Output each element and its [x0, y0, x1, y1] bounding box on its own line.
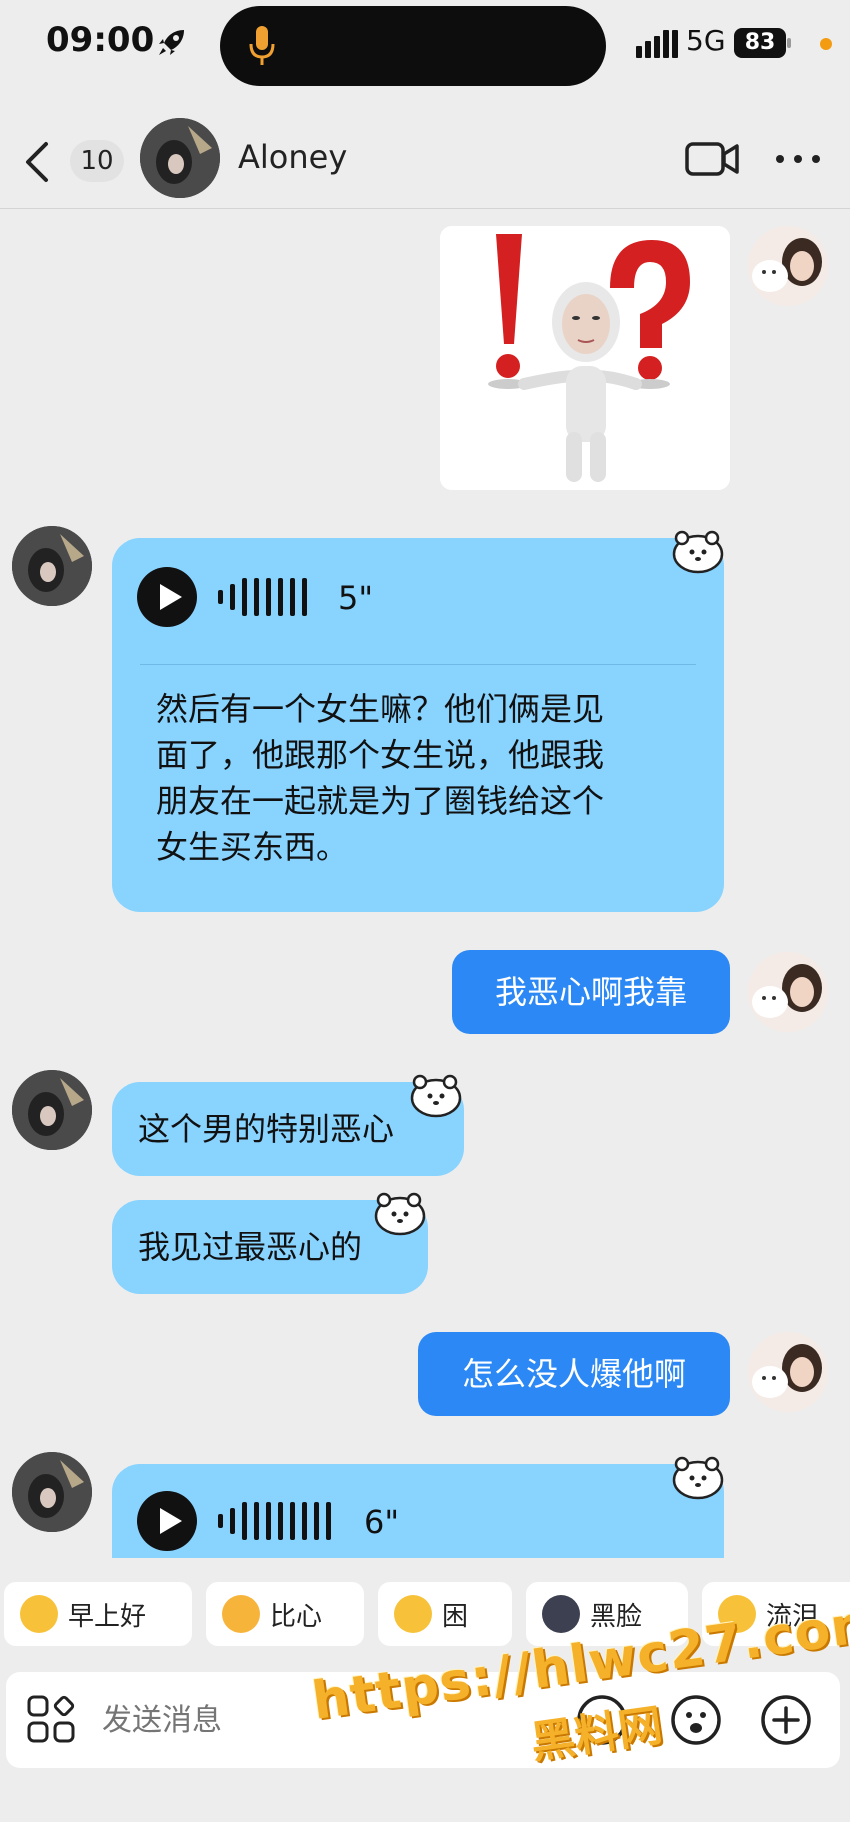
play-button-icon[interactable] — [136, 566, 198, 628]
voice-message-with-transcript[interactable]: 5" 然后有一个女生嘛？他们俩是见 面了，他跟那个女生说，他跟我 朋友在一起就是… — [112, 538, 724, 912]
transcript-line: 然后有一个女生嘛？他们俩是见 — [156, 690, 605, 728]
unread-count-badge[interactable]: 10 — [70, 140, 124, 182]
battery-icon: 83 — [734, 28, 792, 58]
play-button-icon[interactable] — [136, 1490, 198, 1552]
more-options-icon[interactable] — [774, 146, 822, 172]
bear-bubble-decoration-icon — [374, 1192, 426, 1236]
heart-hands-icon — [222, 1595, 260, 1633]
self-avatar[interactable] — [748, 1332, 828, 1412]
outgoing-message[interactable]: 我恶心啊我靠 — [452, 950, 730, 1034]
sun-face-icon — [20, 1595, 58, 1633]
contact-avatar-small[interactable] — [12, 526, 92, 606]
network-type: 5G — [686, 24, 726, 57]
voice-duration: 5" — [338, 579, 374, 617]
bear-bubble-decoration-icon — [672, 1456, 724, 1500]
quick-reply-heart[interactable]: 比心 — [206, 1582, 364, 1646]
voice-duration: 6" — [364, 1503, 400, 1541]
emoji-icon[interactable] — [670, 1694, 722, 1746]
status-time: 09:00 — [46, 20, 155, 60]
privacy-indicator — [820, 38, 832, 50]
voice-message[interactable]: 6" — [112, 1464, 724, 1560]
quick-reply-morning[interactable]: 早上好 — [4, 1582, 192, 1646]
transcript-line: 朋友在一起就是为了圈钱给这个 — [156, 782, 605, 820]
outgoing-message[interactable]: 怎么没人爆他啊 — [418, 1332, 730, 1416]
waveform-icon — [218, 578, 307, 616]
bear-bubble-decoration-icon — [672, 530, 724, 574]
video-call-icon[interactable] — [684, 138, 740, 180]
transcript-line: 面了，他跟那个女生说，他跟我 — [156, 736, 605, 774]
back-arrow-icon[interactable] — [22, 140, 54, 184]
exclamation-question-sticker-image — [440, 226, 730, 490]
contact-avatar-small[interactable] — [12, 1070, 92, 1150]
contact-name[interactable]: Aloney — [238, 138, 347, 176]
quick-reply-label: 困 — [442, 1601, 469, 1632]
bear-bubble-decoration-icon — [410, 1074, 462, 1118]
apps-grid-icon[interactable] — [26, 1694, 76, 1744]
dynamic-island — [220, 6, 606, 86]
quick-reply-sleepy[interactable]: 困 — [378, 1582, 512, 1646]
waveform-icon — [218, 1502, 331, 1540]
contact-avatar[interactable] — [140, 118, 220, 198]
transcript-line: 女生买东西。 — [156, 828, 349, 866]
self-avatar[interactable] — [748, 952, 828, 1032]
quick-reply-label: 早上好 — [68, 1601, 147, 1632]
sticker-message[interactable] — [440, 226, 730, 490]
signal-icon — [636, 30, 678, 58]
dark-face-icon — [542, 1595, 580, 1633]
sleepy-face-icon — [394, 1595, 432, 1633]
contact-avatar-small[interactable] — [12, 1452, 92, 1532]
battery-level: 83 — [744, 30, 776, 55]
microphone-icon — [249, 26, 275, 65]
quick-reply-label: 比心 — [270, 1601, 323, 1632]
self-avatar[interactable] — [748, 226, 828, 306]
add-icon[interactable] — [760, 1694, 812, 1746]
voice-transcript: 然后有一个女生嘛？他们俩是见 面了，他跟那个女生说，他跟我 朋友在一起就是为了圈… — [156, 686, 696, 870]
divider — [140, 664, 696, 665]
rocket-icon — [159, 30, 184, 55]
